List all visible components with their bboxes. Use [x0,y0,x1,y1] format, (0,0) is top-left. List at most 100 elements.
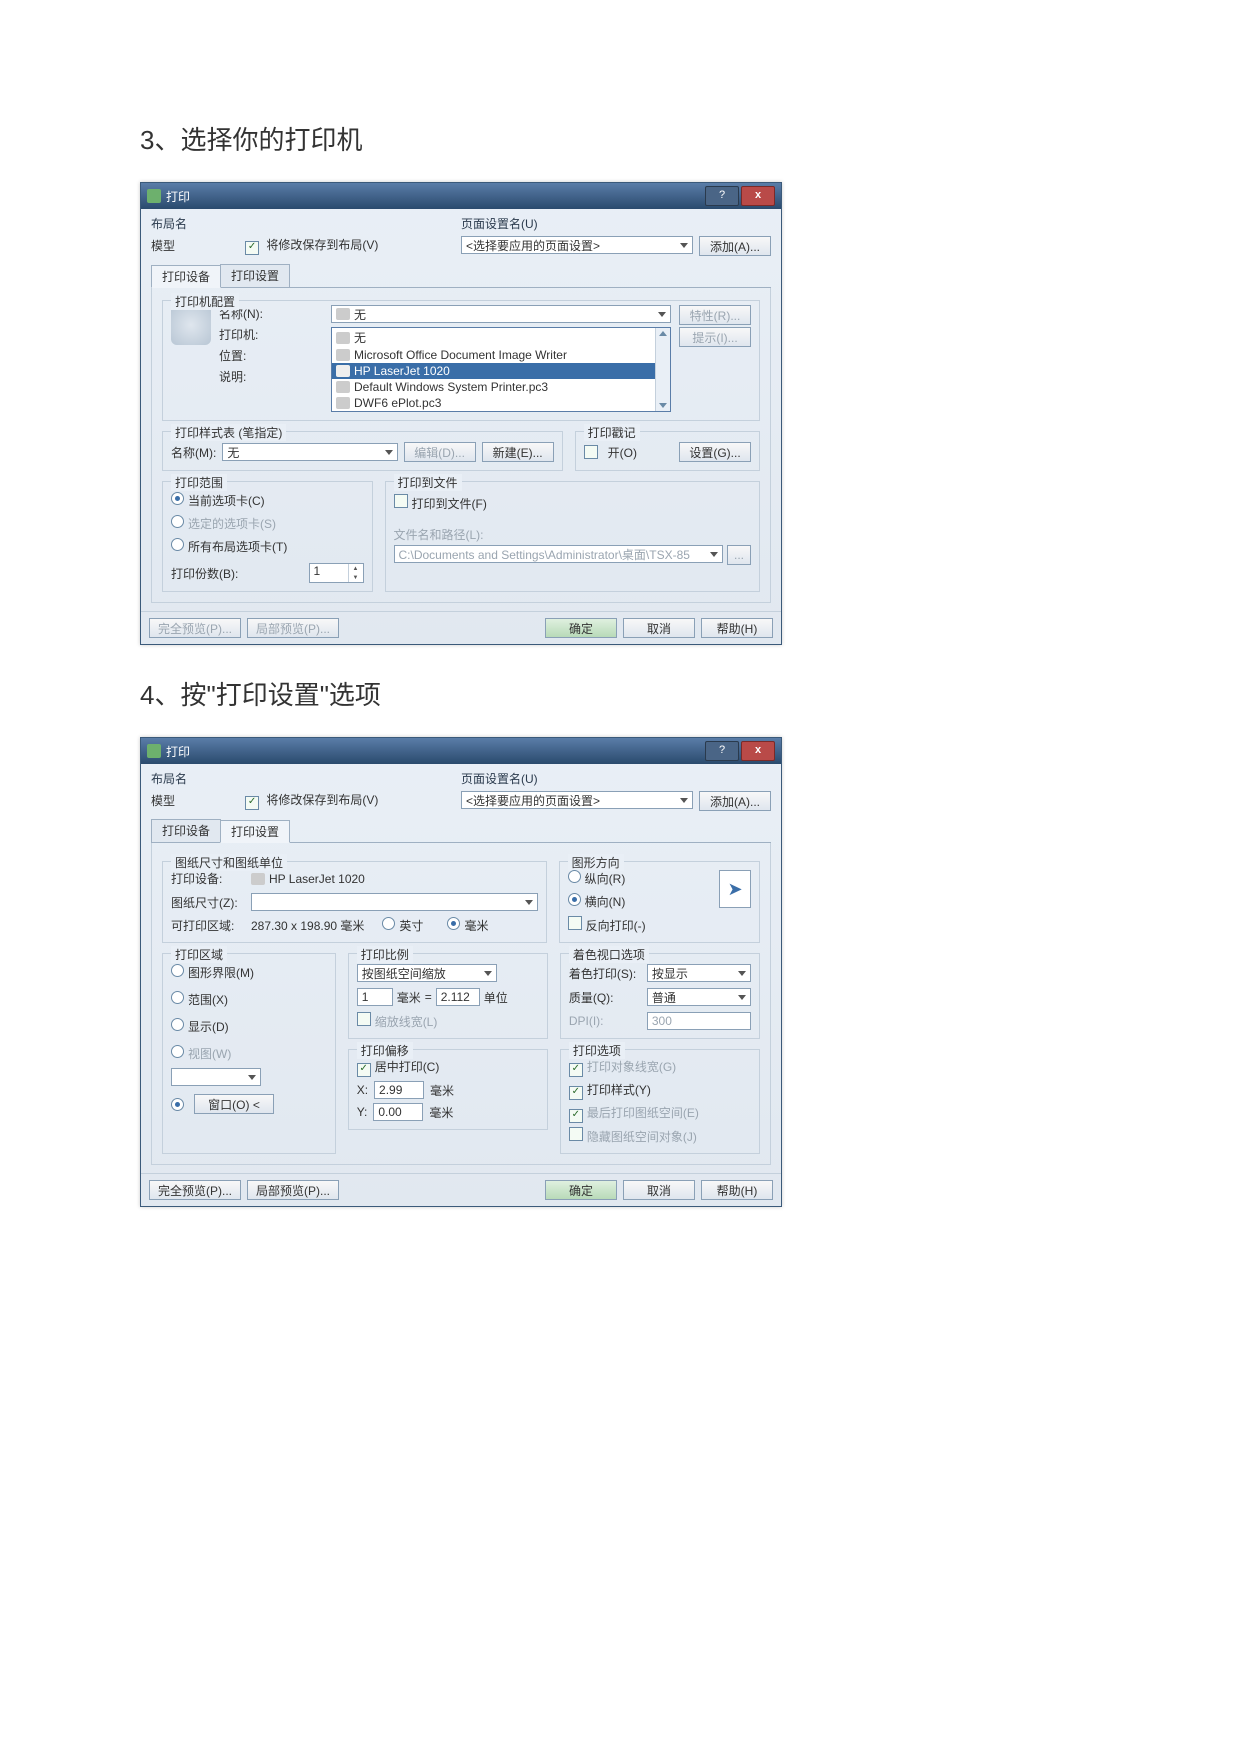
file-path-value: C:\Documents and Settings\Administrator\… [399,546,690,563]
help-footer-button[interactable]: 帮助(H) [701,618,773,638]
printer-name-select[interactable]: 无 [331,305,671,323]
file-path-label: 文件名和路径(L): [394,526,752,543]
scale-value: 按图纸空间缩放 [362,965,446,982]
orient-reverse-checkbox[interactable] [568,916,582,930]
page-setup-select[interactable]: <选择要应用的页面设置> [461,236,693,254]
printer-option[interactable]: 无 [332,328,655,347]
help-button[interactable]: ? [705,186,739,206]
range-all-label: 所有布局选项卡(T) [188,540,287,554]
properties-button[interactable]: 特性(R)... [679,305,751,325]
printer-option[interactable]: DWF6 ePlot.pc3 [332,395,655,411]
size-label: 图纸尺寸(Z): [171,894,243,911]
cancel-button[interactable]: 取消 [623,1180,695,1200]
cancel-button[interactable]: 取消 [623,618,695,638]
opt-last-label: 最后打印图纸空间(E) [587,1106,699,1120]
opt-hide-label: 隐藏图纸空间对象(J) [587,1130,697,1144]
orient-portrait-radio[interactable] [568,870,581,883]
dpi-label: DPI(I): [569,1014,641,1028]
orient-landscape-radio[interactable] [568,893,581,906]
range-current-label: 当前选项卡(C) [188,494,265,508]
scale-select[interactable]: 按图纸空间缩放 [357,964,497,982]
offset-legend: 打印偏移 [357,1042,413,1059]
save-layout-checkbox[interactable] [245,241,259,255]
opt-lw-label: 打印对象线宽(G) [587,1060,676,1074]
unit-inch-radio[interactable] [382,917,395,930]
range-current-radio[interactable] [171,492,184,505]
printer-dropdown[interactable]: 无 Microsoft Office Document Image Writer… [331,327,671,412]
printer-option-selected[interactable]: HP LaserJet 1020 [332,363,655,379]
scale-legend: 打印比例 [357,946,413,963]
scrollbar[interactable] [655,328,670,411]
partial-preview-button[interactable]: 局部预览(P)... [247,1180,339,1200]
area-display-radio[interactable] [171,1018,184,1031]
style-table-legend: 打印样式表 (笔指定) [171,424,286,441]
quality-select[interactable]: 普通 [647,988,751,1006]
stamp-on-label: 开(O) [608,444,637,461]
tab-strip: 打印设备 打印设置 [151,819,771,843]
page-setup-label: 页面设置名(U) [461,770,771,787]
copies-input[interactable]: 1 ▲▼ [309,563,364,583]
offset-y-unit: 毫米 [429,1104,453,1121]
add-button[interactable]: 添加(A)... [699,791,771,811]
printer-option[interactable]: Default Windows System Printer.pc3 [332,379,655,395]
tab-settings[interactable]: 打印设置 [220,820,290,843]
ok-button[interactable]: 确定 [545,1180,617,1200]
area-extents-radio[interactable] [171,991,184,1004]
add-button[interactable]: 添加(A)... [699,236,771,256]
size-select[interactable] [251,893,538,911]
tab-device[interactable]: 打印设备 [151,265,221,288]
close-button[interactable]: x [741,741,775,761]
close-button[interactable]: x [741,186,775,206]
area-window-radio[interactable] [171,1098,184,1111]
ok-button[interactable]: 确定 [545,618,617,638]
printer-icon [171,305,211,345]
layout-name-value: 模型 [151,237,175,254]
printer-config-legend: 打印机配置 [171,293,239,310]
save-layout-checkbox[interactable] [245,796,259,810]
device-label: 打印设备: [171,870,243,887]
save-layout-label: 将修改保存到布局(V) [266,793,378,807]
orient-reverse-label: 反向打印(-) [586,919,646,933]
to-file-legend: 打印到文件 [394,474,462,491]
page-setup-select[interactable]: <选择要应用的页面设置> [461,791,693,809]
window-button[interactable]: 窗口(O) < [194,1094,274,1114]
hint-button[interactable]: 提示(I)... [679,327,751,347]
partial-preview-button[interactable]: 局部预览(P)... [247,618,339,638]
new-button[interactable]: 新建(E)... [482,442,554,462]
edit-button[interactable]: 编辑(D)... [404,442,476,462]
tab-device[interactable]: 打印设备 [151,819,221,842]
unit-mm-radio[interactable] [447,917,460,930]
center-checkbox[interactable] [357,1063,371,1077]
page-setup-label: 页面设置名(U) [461,215,771,232]
titlebar: 打印 ? x [141,738,781,764]
offset-y-input[interactable]: 0.00 [373,1103,423,1121]
to-file-checkbox[interactable] [394,494,408,508]
range-all-radio[interactable] [171,538,184,551]
scale-left-input[interactable]: 1 [357,988,393,1006]
shade-select[interactable]: 按显示 [647,964,751,982]
full-preview-button[interactable]: 完全预览(P)... [149,618,241,638]
help-footer-button[interactable]: 帮助(H) [701,1180,773,1200]
page-setup-value: <选择要应用的页面设置> [466,792,600,809]
tab-strip: 打印设备 打印设置 [151,264,771,288]
options-legend: 打印选项 [569,1042,625,1059]
printable-value: 287.30 x 198.90 毫米 [251,917,364,934]
help-button[interactable]: ? [705,741,739,761]
stamp-settings-button[interactable]: 设置(G)... [679,442,751,462]
scale-right-input[interactable]: 2.112 [436,988,480,1006]
orient-portrait-label: 纵向(R) [585,872,626,886]
quality-value: 普通 [652,989,676,1006]
offset-x-input[interactable]: 2.99 [374,1081,424,1099]
style-select[interactable]: 无 [222,443,397,461]
opt-styles-checkbox[interactable] [569,1086,583,1100]
opt-styles-label: 打印样式(Y) [587,1083,651,1097]
browse-button: ... [727,545,751,565]
opt-lw-checkbox [569,1063,583,1077]
range-legend: 打印范围 [171,474,227,491]
printer-option[interactable]: Microsoft Office Document Image Writer [332,347,655,363]
stamp-on-checkbox[interactable] [584,445,598,459]
area-limits-radio[interactable] [171,964,184,977]
range-selected-label: 选定的选项卡(S) [188,517,276,531]
full-preview-button[interactable]: 完全预览(P)... [149,1180,241,1200]
tab-settings[interactable]: 打印设置 [220,264,290,287]
